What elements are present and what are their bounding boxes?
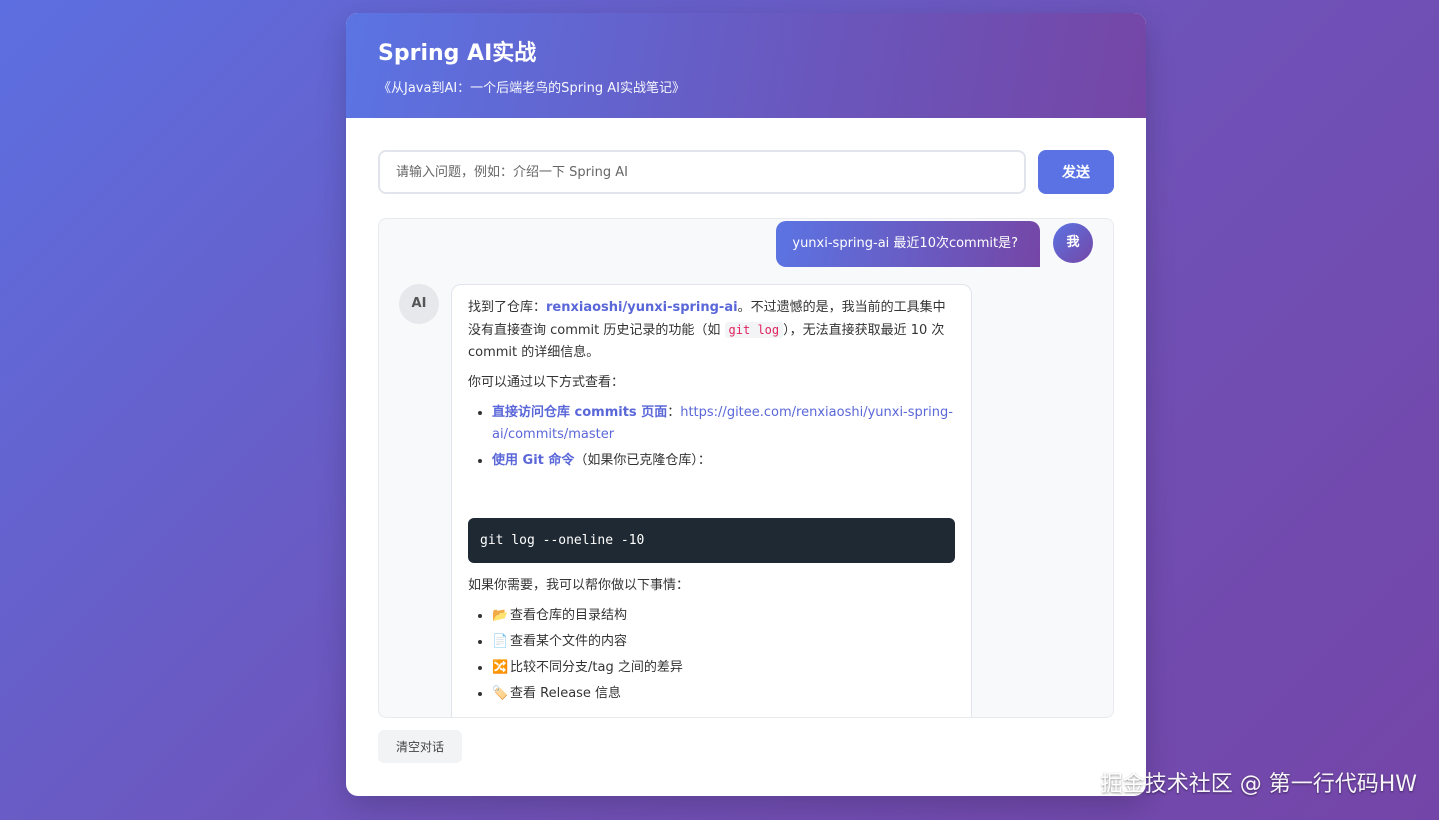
text-span: 查看某个文件的内容 bbox=[510, 634, 628, 649]
ai-paragraph-3: 如果你需要，我可以帮你做以下事情： bbox=[468, 578, 690, 593]
code-block: git log --oneline -10 bbox=[468, 518, 955, 563]
page-subtitle: 《从Java到AI：一个后端老鸟的Spring AI实战笔记》 bbox=[378, 81, 685, 96]
page-title: Spring AI实战 bbox=[378, 41, 537, 66]
clear-chat-button[interactable]: 清空对话 bbox=[378, 730, 462, 763]
options-list: 直接访问仓库 commits 页面：https://gitee.com/renx… bbox=[468, 402, 955, 472]
ai-paragraph-2: 你可以通过以下方式查看： bbox=[468, 375, 625, 390]
inline-code: git log bbox=[724, 322, 784, 338]
watermark: 掘金技术社区 @ 第一行代码HW bbox=[1100, 772, 1417, 797]
user-message-bubble: yunxi-spring-ai 最近10次commit是? bbox=[776, 221, 1040, 267]
text-span: ： bbox=[667, 405, 681, 420]
help-list: 📂查看仓库的目录结构 📄查看某个文件的内容 🔀比较不同分支/tag 之间的差异 … bbox=[468, 605, 955, 705]
list-item: 🏷️查看 Release 信息 bbox=[492, 683, 955, 705]
list-item: 🔀比较不同分支/tag 之间的差异 bbox=[492, 657, 955, 679]
file-icon: 📄 bbox=[492, 634, 509, 649]
chat-card: Spring AI实战 《从Java到AI：一个后端老鸟的Spring AI实战… bbox=[346, 13, 1146, 796]
text-span: 查看 Release 信息 bbox=[510, 686, 622, 701]
shuffle-icon: 🔀 bbox=[492, 660, 509, 675]
question-input[interactable] bbox=[378, 150, 1026, 194]
tag-icon: 🏷️ bbox=[492, 686, 509, 701]
list-item: 使用 Git 命令（如果你已克隆仓库）： bbox=[492, 450, 955, 472]
text-span: （如果你已克隆仓库）： bbox=[574, 453, 711, 468]
ai-avatar: AI bbox=[399, 284, 439, 324]
ai-paragraph-1: 找到了仓库：renxiaoshi/yunxi-spring-ai。不过遗憾的是，… bbox=[468, 297, 955, 364]
ai-message-bubble: 找到了仓库：renxiaoshi/yunxi-spring-ai。不过遗憾的是，… bbox=[451, 284, 972, 717]
list-item-title: 使用 Git 命令 bbox=[492, 453, 575, 468]
text-span: 找到了仓库： bbox=[468, 300, 547, 315]
list-item-title: 直接访问仓库 commits 页面 bbox=[492, 405, 668, 420]
list-item: 直接访问仓库 commits 页面：https://gitee.com/renx… bbox=[492, 402, 955, 446]
text-span: 比较不同分支/tag 之间的差异 bbox=[510, 660, 683, 675]
send-button[interactable]: 发送 bbox=[1038, 150, 1114, 194]
list-item: 📂查看仓库的目录结构 bbox=[492, 605, 955, 627]
repo-link[interactable]: renxiaoshi/yunxi-spring-ai bbox=[546, 300, 738, 315]
text-span: 查看仓库的目录结构 bbox=[510, 608, 628, 623]
header: Spring AI实战 《从Java到AI：一个后端老鸟的Spring AI实战… bbox=[346, 13, 1146, 118]
input-row: 发送 bbox=[378, 150, 1114, 194]
folder-icon: 📂 bbox=[492, 608, 509, 623]
user-avatar: 我 bbox=[1053, 223, 1093, 263]
chat-history[interactable]: yunxi-spring-ai 最近10次commit是? 我 AI 找到了仓库… bbox=[378, 218, 1114, 718]
list-item: 📄查看某个文件的内容 bbox=[492, 631, 955, 653]
